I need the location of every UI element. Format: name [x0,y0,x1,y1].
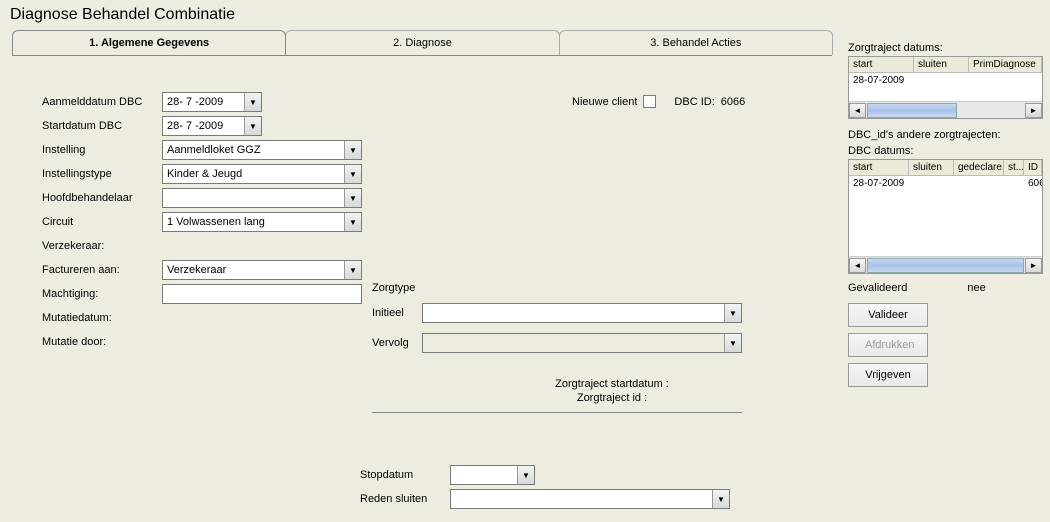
col-id[interactable]: ID [1024,160,1042,175]
vrijgeven-button[interactable]: Vrijgeven [848,363,928,387]
hoofdbehandelaar-combo[interactable]: ▼ [162,188,362,208]
col-start[interactable]: start [849,160,909,175]
label-mutatiedoor: Mutatie door: [12,336,162,348]
aanmelddatum-combo[interactable]: 28- 7 -2009▼ [162,92,262,112]
label-gevalideerd: Gevalideerd [848,282,907,294]
label-circuit: Circuit [12,216,162,228]
label-instelling: Instelling [12,144,162,156]
label-stopdatum: Stopdatum [360,469,450,481]
tab-algemene[interactable]: 1. Algemene Gegevens [12,30,286,55]
label-factureren: Factureren aan: [12,264,162,276]
label-reden-sluiten: Reden sluiten [360,493,450,505]
label-zorgtype: Zorgtype [372,282,415,294]
machtiging-input[interactable] [162,284,362,304]
label-aanmelddatum: Aanmelddatum DBC [12,96,162,108]
form-panel: Aanmelddatum DBC 28- 7 -2009▼ Startdatum… [12,60,832,354]
label-zorgtraject-id: Zorgtraject id : [512,392,712,404]
label-verzekeraar: Verzekeraar: [12,240,162,252]
label-zorgtraject-startdatum: Zorgtraject startdatum : [512,378,712,390]
startdatum-combo[interactable]: 28- 7 -2009▼ [162,116,262,136]
col-sluiten[interactable]: sluiten [909,160,954,175]
label-dbcid: DBC ID: [674,96,714,108]
chevron-down-icon[interactable]: ▼ [344,261,361,279]
gevalideerd-value: nee [967,282,985,294]
label-mutatiedatum: Mutatiedatum: [12,312,162,324]
chevron-down-icon[interactable]: ▼ [724,304,741,322]
chevron-down-icon[interactable]: ▼ [344,189,361,207]
scroll-right-icon[interactable]: ► [1025,258,1042,273]
vervolg-combo[interactable]: ▼ [422,333,742,353]
tab-bar: 1. Algemene Gegevens 2. Diagnose 3. Beha… [12,30,832,56]
col-st[interactable]: st... [1004,160,1024,175]
tab-diagnose[interactable]: 2. Diagnose [285,30,559,55]
col-primdiagnose[interactable]: PrimDiagnose [969,57,1042,72]
table-row[interactable]: 28-07-2009 [849,73,1042,88]
nieuwe-client-checkbox[interactable] [643,95,656,108]
table-row[interactable]: 28-07-2009 6066 [849,176,1042,191]
chevron-down-icon[interactable]: ▼ [724,334,741,352]
tab-behandel[interactable]: 3. Behandel Acties [559,30,833,55]
instellingstype-combo[interactable]: Kinder & Jeugd▼ [162,164,362,184]
label-machtiging: Machtiging: [12,288,162,300]
label-dbc-andere: DBC_id's andere zorgtrajecten: [848,129,1043,141]
chevron-down-icon[interactable]: ▼ [344,165,361,183]
scroll-left-icon[interactable]: ◄ [849,258,866,273]
label-instellingstype: Instellingstype [12,168,162,180]
instelling-combo[interactable]: Aanmeldloket GGZ▼ [162,140,362,160]
scroll-right-icon[interactable]: ► [1025,103,1042,118]
chevron-down-icon[interactable]: ▼ [244,117,261,135]
label-hoofdbehandelaar: Hoofdbehandelaar [12,192,162,204]
factureren-combo[interactable]: Verzekeraar▼ [162,260,362,280]
initieel-combo[interactable]: ▼ [422,303,742,323]
horizontal-scrollbar[interactable]: ◄ ► [849,101,1042,118]
dbc-grid[interactable]: start sluiten gedeclare... st... ID 28-0… [848,159,1043,274]
reden-sluiten-combo[interactable]: ▼ [450,489,730,509]
side-panel: Zorgtraject datums: start sluiten PrimDi… [848,38,1043,390]
label-nieuwe-client: Nieuwe client [572,96,637,108]
col-start[interactable]: start [849,57,914,72]
label-vervolg: Vervolg [372,337,409,349]
chevron-down-icon[interactable]: ▼ [517,466,534,484]
window-title: Diagnose Behandel Combinatie [0,0,1050,26]
label-initieel: Initieel [372,307,404,319]
stopdatum-combo[interactable]: ▼ [450,465,535,485]
label-dbc-datums: DBC datums: [848,145,1043,157]
stop-area: Stopdatum ▼ Reden sluiten ▼ [360,463,730,511]
chevron-down-icon[interactable]: ▼ [344,141,361,159]
label-zorgtraject-datums: Zorgtraject datums: [848,42,1043,54]
dbcid-value: 6066 [721,96,745,108]
col-gedeclareerd[interactable]: gedeclare... [954,160,1004,175]
horizontal-scrollbar[interactable]: ◄ ► [849,256,1042,273]
valideer-button[interactable]: Valideer [848,303,928,327]
chevron-down-icon[interactable]: ▼ [244,93,261,111]
col-sluiten[interactable]: sluiten [914,57,969,72]
label-startdatum: Startdatum DBC [12,120,162,132]
chevron-down-icon[interactable]: ▼ [344,213,361,231]
circuit-combo[interactable]: 1 Volwassenen lang▼ [162,212,362,232]
scroll-left-icon[interactable]: ◄ [849,103,866,118]
zorgtraject-grid[interactable]: start sluiten PrimDiagnose 28-07-2009 ◄ … [848,56,1043,119]
chevron-down-icon[interactable]: ▼ [712,490,729,508]
afdrukken-button[interactable]: Afdrukken [848,333,928,357]
